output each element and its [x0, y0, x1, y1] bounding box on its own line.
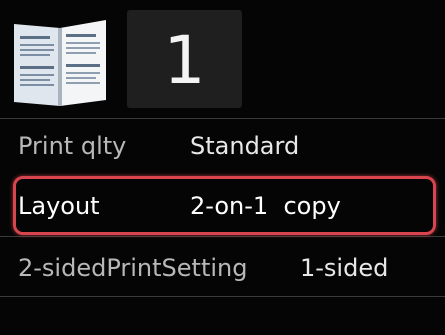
divider	[0, 296, 445, 297]
two-page-layout-preview-icon	[8, 14, 114, 114]
setting-row-layout[interactable]: Layout 2-on-1 copy	[0, 178, 445, 234]
setting-row-2-sided-print[interactable]: 2-sidedPrintSetting 1-sided	[0, 240, 445, 296]
setting-row-print-quality[interactable]: Print qlty Standard	[0, 118, 445, 174]
setting-label: 2-sidedPrintSetting	[18, 254, 248, 282]
setting-value: 2-on-1 copy	[190, 192, 341, 220]
printer-copy-screen: 1 Print qlty Standard Layout 2-on-1 copy…	[0, 0, 445, 335]
divider	[0, 236, 445, 237]
copies-count-button[interactable]: 1	[127, 10, 242, 108]
setting-value: Standard	[190, 132, 300, 160]
setting-label: Layout	[18, 192, 100, 220]
copies-count-value: 1	[163, 22, 206, 99]
setting-value: 1-sided	[300, 254, 389, 282]
setting-label: Print qlty	[18, 132, 127, 160]
